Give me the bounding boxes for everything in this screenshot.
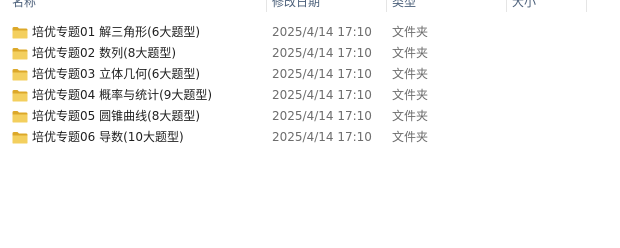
- folder-icon: [12, 132, 28, 144]
- folder-icon: [12, 111, 28, 123]
- folder-icon: [12, 90, 28, 102]
- file-name[interactable]: 培优专题03 立体几何(6大题型): [32, 64, 268, 85]
- column-divider[interactable]: [386, 0, 387, 12]
- folder-icon: [12, 48, 28, 60]
- column-divider[interactable]: [506, 0, 507, 12]
- file-type: 文件夹: [392, 130, 429, 144]
- column-header-type[interactable]: 类型: [392, 0, 502, 11]
- file-type: 文件夹: [392, 109, 429, 123]
- file-date: 2025/4/14 17:10: [272, 109, 372, 123]
- file-row[interactable]: 培优专题04 概率与统计(9大题型) 2025/4/14 17:10 文件夹: [0, 85, 620, 106]
- file-name[interactable]: 培优专题05 圆锥曲线(8大题型): [32, 106, 268, 127]
- folder-icon: [12, 69, 28, 81]
- file-list: 培优专题01 解三角形(6大题型) 2025/4/14 17:10 文件夹 培优…: [0, 22, 620, 148]
- file-size: [512, 22, 592, 43]
- file-date: 2025/4/14 17:10: [272, 46, 372, 60]
- column-header-bar: 名称 修改日期 类型 大小: [0, 0, 620, 14]
- file-date: 2025/4/14 17:10: [272, 67, 372, 81]
- file-type: 文件夹: [392, 88, 429, 102]
- file-size: [512, 106, 592, 127]
- file-type: 文件夹: [392, 25, 429, 39]
- column-header-size[interactable]: 大小: [512, 0, 592, 11]
- file-row[interactable]: 培优专题03 立体几何(6大题型) 2025/4/14 17:10 文件夹: [0, 64, 620, 85]
- file-date: 2025/4/14 17:10: [272, 25, 372, 39]
- file-row[interactable]: 培优专题05 圆锥曲线(8大题型) 2025/4/14 17:10 文件夹: [0, 106, 620, 127]
- file-date: 2025/4/14 17:10: [272, 88, 372, 102]
- file-row[interactable]: 培优专题06 导数(10大题型) 2025/4/14 17:10 文件夹: [0, 127, 620, 148]
- file-row[interactable]: 培优专题01 解三角形(6大题型) 2025/4/14 17:10 文件夹: [0, 22, 620, 43]
- column-header-name[interactable]: 名称: [12, 0, 262, 11]
- column-divider[interactable]: [266, 0, 267, 12]
- file-size: [512, 43, 592, 64]
- file-type: 文件夹: [392, 67, 429, 81]
- file-type: 文件夹: [392, 46, 429, 60]
- file-size: [512, 127, 592, 148]
- file-date: 2025/4/14 17:10: [272, 130, 372, 144]
- file-size: [512, 85, 592, 106]
- file-name[interactable]: 培优专题02 数列(8大题型): [32, 43, 268, 64]
- folder-icon: [12, 27, 28, 39]
- file-row[interactable]: 培优专题02 数列(8大题型) 2025/4/14 17:10 文件夹: [0, 43, 620, 64]
- file-name[interactable]: 培优专题04 概率与统计(9大题型): [32, 85, 268, 106]
- file-name[interactable]: 培优专题01 解三角形(6大题型): [32, 22, 268, 43]
- file-name[interactable]: 培优专题06 导数(10大题型): [32, 127, 268, 148]
- file-explorer: 名称 修改日期 类型 大小 培优专题01 解三角形(6大题型) 2025/4/1…: [0, 0, 620, 248]
- file-size: [512, 64, 592, 85]
- column-header-date[interactable]: 修改日期: [272, 0, 382, 11]
- column-divider[interactable]: [586, 0, 587, 12]
